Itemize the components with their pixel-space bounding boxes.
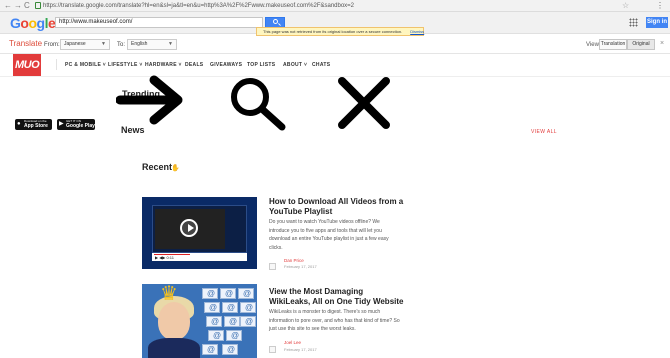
chevron-down-icon: ▼: [168, 41, 173, 47]
translate-title: Translate: [9, 39, 43, 48]
apple-icon: ●: [17, 121, 21, 127]
play-store-icon: ▶: [59, 121, 64, 127]
search-icon[interactable]: [226, 75, 292, 133]
video-controls: ▶ ◀▶ 0:11: [152, 253, 247, 261]
site-logo[interactable]: MUO: [13, 54, 41, 76]
view-original-button[interactable]: Original: [627, 39, 655, 50]
nav-pc-mobile[interactable]: PC & MOBILE ˅: [65, 61, 106, 69]
nav-deals[interactable]: DEALS: [185, 61, 203, 69]
forward-icon[interactable]: →: [14, 1, 22, 11]
bookmark-star-icon[interactable]: ☆: [622, 1, 629, 11]
translate-bar: Translate From: Japanese ▼ To: English ▼ V…: [0, 34, 670, 54]
article-thumbnail-wikileaks[interactable]: ♛: [142, 284, 257, 358]
arrow-right-icon[interactable]: [116, 72, 186, 128]
close-translate-icon[interactable]: ×: [660, 39, 664, 49]
from-label: From:: [44, 42, 60, 48]
dismiss-link[interactable]: Dismiss: [410, 29, 424, 34]
apps-grid-icon[interactable]: [629, 18, 638, 27]
google-play-badge[interactable]: ▶ GET IT ON Google Play: [57, 119, 95, 130]
author-avatar: [269, 263, 276, 270]
nav-about[interactable]: ABOUT ˅: [283, 61, 307, 69]
nav-top-lists[interactable]: TOP LISTS: [247, 61, 275, 69]
article-date: February 17, 2017: [284, 347, 317, 352]
article-title[interactable]: How to Download All Videos from a YouTub…: [269, 197, 404, 217]
google-logo[interactable]: Google: [10, 15, 56, 31]
article-date: February 17, 2017: [284, 264, 317, 269]
article-thumbnail-youtube[interactable]: ▶ ◀▶ 0:11: [142, 197, 257, 269]
crown-icon: ♛: [160, 284, 178, 305]
from-language-select[interactable]: Japanese ▼: [60, 39, 110, 50]
browser-url-bar: ← → C https://translate.google.com/trans…: [0, 0, 670, 12]
browser-menu-icon[interactable]: ⋮: [656, 1, 664, 11]
play-icon: [180, 219, 198, 237]
sign-in-button[interactable]: Sign in: [646, 17, 668, 28]
to-label: To:: [117, 42, 126, 48]
search-icon: [273, 19, 278, 24]
author-name[interactable]: Joel Lee: [284, 340, 301, 346]
nav-giveaways[interactable]: GIVEAWAYS: [210, 61, 242, 69]
article-excerpt: WikiLeaks is a monster to digest. There'…: [269, 309, 400, 332]
recent-heading: Recent: [142, 162, 173, 172]
close-icon[interactable]: [336, 75, 392, 131]
lock-icon: [35, 2, 41, 9]
security-notice: This page was not retrieved from its ori…: [256, 27, 424, 36]
chevron-down-icon: ▼: [101, 41, 106, 47]
to-language-select[interactable]: English ▼: [127, 39, 177, 50]
reload-icon[interactable]: C: [24, 1, 30, 11]
article-excerpt: Do you want to watch YouTube videos offl…: [269, 219, 389, 251]
view-translation-button[interactable]: Translation: [599, 39, 627, 50]
nav-chats[interactable]: CHATS: [312, 61, 330, 69]
nav-divider: [56, 59, 57, 70]
view-all-link[interactable]: VIEW ALL: [531, 129, 557, 136]
article-title[interactable]: View the Most Damaging WikiLeaks, All on…: [269, 287, 404, 307]
back-icon[interactable]: ←: [4, 1, 12, 11]
address-field[interactable]: https://translate.google.com/translate?h…: [43, 1, 354, 11]
nav-lifestyle[interactable]: LIFESTYLE ˅: [108, 61, 143, 69]
hand-icon: ✋: [171, 165, 180, 172]
nav-divider: [0, 76, 670, 77]
author-avatar: [269, 346, 276, 353]
google-search-input[interactable]: http://www.makeuseof.com/: [55, 17, 263, 28]
app-store-badge[interactable]: ● Download on the App Store: [15, 119, 52, 130]
nav-hardware[interactable]: HARDWARE ˅: [145, 61, 182, 69]
